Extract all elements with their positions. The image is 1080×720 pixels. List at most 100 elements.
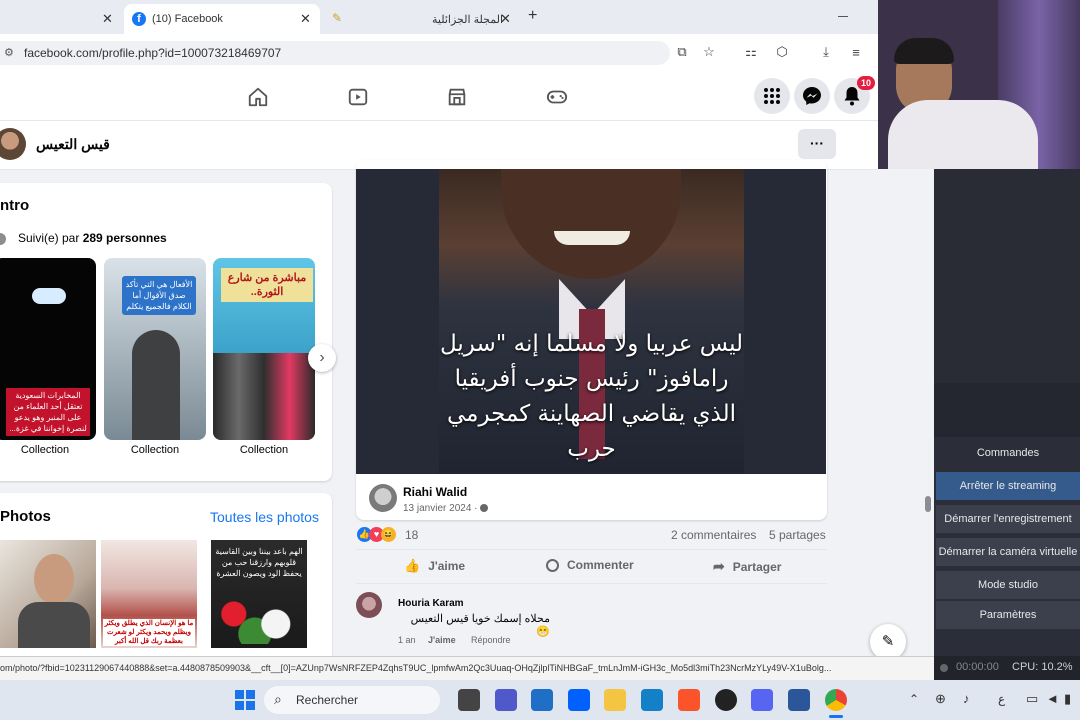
collection-card[interactable]: مباشرة من شارع الثورة.. (213, 258, 315, 440)
webcam-person-hair (894, 38, 954, 64)
translate-icon[interactable]: ⚏ (743, 44, 759, 60)
photo-thumbnail[interactable] (0, 540, 96, 648)
word-app-icon[interactable] (788, 689, 810, 711)
obs-button-label: Mode studio (978, 579, 1038, 591)
comment-author[interactable]: Houria Karam (398, 598, 464, 609)
discord-app-icon[interactable] (751, 689, 773, 711)
vscode-app-icon[interactable] (641, 689, 663, 711)
smile-shape (554, 231, 630, 245)
url-field[interactable]: ⚙ facebook.com/profile.php?id=1000732184… (0, 41, 670, 65)
taskview-app-icon[interactable] (458, 689, 480, 711)
tab-close-button[interactable]: ✕ (500, 11, 511, 27)
menu-grid-button[interactable] (754, 78, 790, 114)
comments-count[interactable]: 2 commentaires (671, 528, 756, 542)
obs-app-icon[interactable] (715, 689, 737, 711)
obs-studio-mode-button[interactable]: Mode studio (936, 571, 1080, 599)
globe-icon (480, 504, 489, 513)
tray-network-icon[interactable]: ⊕ (935, 691, 946, 707)
profile-name[interactable]: قيس التعيس (36, 136, 110, 153)
profile-avatar[interactable] (0, 128, 26, 160)
obs-stop-streaming-button[interactable]: Arrêter le streaming (936, 472, 1080, 500)
photo-caption: الهم باعد بيننا وبين القاسية قلوبهم وارز… (215, 547, 303, 578)
tab-close-button[interactable]: ✕ (102, 11, 113, 27)
comment-age[interactable]: 1 an (398, 635, 416, 645)
followers-count[interactable]: 289 personnes (83, 231, 167, 245)
minimize-icon[interactable] (838, 16, 848, 17)
feather-icon: ✎ (332, 11, 343, 25)
comment-like[interactable]: J'aime (428, 635, 456, 645)
gaming-icon[interactable] (546, 86, 568, 108)
tab-facebook[interactable]: f (10) Facebook ✕ (124, 4, 320, 34)
browser-tab-bar: ✕ f (10) Facebook ✕ ✎ المجلة الجزائلية ✕… (0, 0, 878, 34)
like-button[interactable]: 👍 J'aime (404, 558, 465, 574)
download-icon[interactable]: ⤓ (818, 44, 834, 60)
collection-label: Collection (130, 444, 180, 456)
reading-list-icon[interactable]: ≡ (848, 44, 864, 60)
more-options-button[interactable]: ··· (798, 129, 836, 159)
comment-avatar[interactable] (356, 592, 382, 618)
tab-previous[interactable]: ✕ (0, 4, 124, 34)
new-tab-button[interactable]: + (528, 7, 537, 25)
post-image[interactable]: ليس عربيا ولا مسلما إنه "سريل رامافوز" ر… (356, 169, 826, 474)
photo-thumbnail[interactable]: الهم باعد بيننا وبين القاسية قلوبهم وارز… (211, 540, 307, 648)
taskbar-search[interactable]: ⌕ Rechercher (264, 686, 440, 714)
tray-volume-icon[interactable]: ◄ (1046, 691, 1059, 706)
page-scrollbar-thumb[interactable] (925, 496, 931, 512)
taskbar-search-placeholder: Rechercher (296, 693, 359, 707)
chrome-app-icon[interactable] (825, 689, 847, 711)
tray-expand-icon[interactable]: ⌃ (909, 692, 919, 706)
home-icon[interactable] (247, 86, 269, 108)
tray-mic-icon[interactable]: ♪ (963, 691, 970, 706)
marketplace-icon[interactable] (446, 86, 468, 108)
tray-display-icon[interactable]: ▭ (1026, 691, 1038, 707)
shared-post-date[interactable]: 13 janvier 2024 · (403, 503, 480, 514)
facebook-top-nav (0, 72, 878, 121)
post-image-text: ليس عربيا ولا مسلما إنه "سريل رامافوز" ر… (439, 331, 744, 462)
shared-post-author-avatar[interactable] (369, 484, 397, 512)
brave-app-icon[interactable] (678, 689, 700, 711)
collection-overlay-text: المخابرات السعودية تعتقل أحد العلماء من … (6, 388, 90, 436)
obs-settings-button[interactable]: Paramètres (936, 601, 1080, 629)
video-icon[interactable] (347, 86, 369, 108)
teams-app-icon[interactable] (495, 689, 517, 711)
obs-button-label: Démarrer l'enregistrement (944, 513, 1072, 525)
photo-thumbnail[interactable]: ما هو الإنسان الذي يطلق ويكثر ويظلم ويحم… (101, 540, 197, 648)
obs-virtual-camera-button[interactable]: Démarrer la caméra virtuelle (936, 538, 1080, 566)
collection-card[interactable]: المخابرات السعودية تعتقل أحد العلماء من … (0, 258, 96, 440)
tab-close-button[interactable]: ✕ (300, 11, 311, 27)
bookmark-star-icon[interactable]: ☆ (701, 44, 717, 60)
extensions-icon[interactable]: ⬡ (774, 44, 790, 60)
dropbox-app-icon[interactable] (568, 689, 590, 711)
followers-prefix: Suivi(e) par (18, 231, 83, 245)
notification-badge: 10 (857, 76, 875, 90)
store-app-icon[interactable] (531, 689, 553, 711)
collection-card[interactable]: الأفعال هي التي تأكد صدق الأقوال أما الك… (104, 258, 206, 440)
share-arrow-icon: ➦ (713, 558, 725, 574)
shared-post-author[interactable]: Riahi Walid (403, 485, 467, 499)
shares-count[interactable]: 5 partages (769, 528, 826, 542)
person-silhouette (18, 602, 90, 648)
new-message-button[interactable]: ✎ (870, 624, 906, 660)
post-actions-divider-bottom (356, 583, 827, 584)
site-info-icon[interactable]: ⚙ (4, 41, 14, 65)
collection-overlay-text: مباشرة من شارع الثورة.. (221, 268, 313, 302)
like-label: J'aime (428, 559, 466, 573)
messenger-button[interactable] (794, 78, 830, 114)
all-photos-link[interactable]: Toutes les photos (210, 509, 319, 525)
tab-almajalla[interactable]: ✎ المجلة الجزائلية ✕ (324, 4, 520, 34)
file-explorer-app-icon[interactable] (604, 689, 626, 711)
comment-label: Commenter (567, 558, 634, 572)
haha-reaction-icon: 😆 (381, 527, 396, 542)
comment-reply[interactable]: Répondre (471, 635, 511, 645)
obs-start-recording-button[interactable]: Démarrer l'enregistrement (936, 505, 1080, 533)
bell-icon (844, 87, 860, 106)
install-app-icon[interactable]: ⧉ (674, 44, 690, 60)
obs-commands-label: Commandes (976, 447, 1040, 459)
input-language-indicator[interactable]: ع (998, 692, 1005, 706)
collections-next-button[interactable]: › (308, 344, 336, 372)
tray-battery-icon[interactable]: ▮ (1064, 691, 1071, 707)
share-button[interactable]: ➦ Partager (713, 558, 781, 575)
intro-title: ntro (0, 197, 30, 214)
comment-button[interactable]: Commenter (546, 558, 634, 573)
start-button[interactable] (235, 690, 255, 710)
